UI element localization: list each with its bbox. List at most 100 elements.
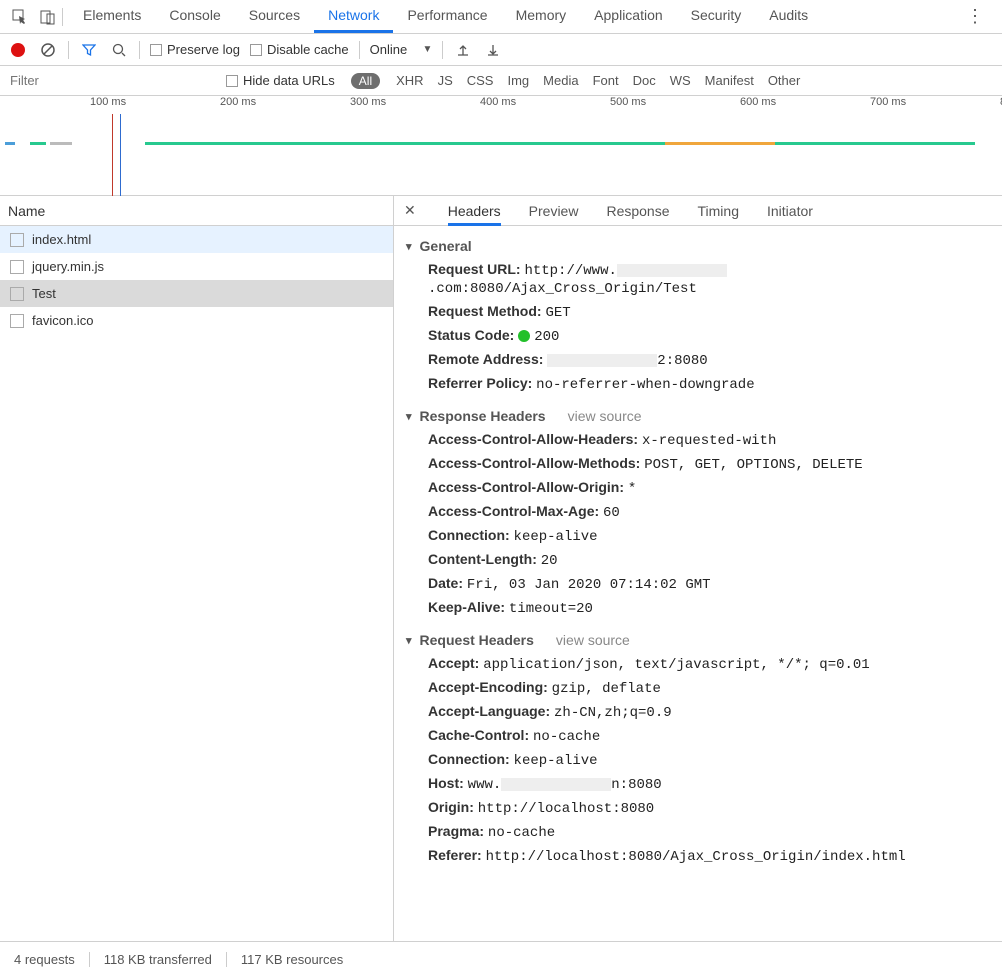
tab-performance[interactable]: Performance [393, 0, 501, 33]
tab-security[interactable]: Security [677, 0, 756, 33]
header-row: Connection: keep-alive [406, 748, 990, 772]
search-icon[interactable] [109, 40, 129, 60]
name-column-header[interactable]: Name [0, 196, 393, 226]
request-row[interactable]: favicon.ico [0, 307, 393, 334]
section-request headers[interactable]: Request Headersview source [406, 628, 990, 652]
tab-audits[interactable]: Audits [755, 0, 822, 33]
header-row: Accept-Language: zh-CN,zh;q=0.9 [406, 700, 990, 724]
timeline-labels: 100 ms200 ms300 ms400 ms500 ms600 ms700 … [0, 96, 1002, 114]
network-toolbar: Preserve log Disable cache Online ▼ [0, 34, 1002, 66]
timeline-label: 600 ms [740, 96, 776, 108]
tab-network[interactable]: Network [314, 0, 393, 33]
header-row: Connection: keep-alive [406, 524, 990, 548]
filter-categories: XHR JS CSS Img Media Font Doc WS Manifest Other [396, 73, 800, 88]
timeline-label: 700 ms [870, 96, 906, 108]
request-row[interactable]: Test [0, 280, 393, 307]
preserve-log-label: Preserve log [167, 42, 240, 57]
footer-transferred: 118 KB transferred [104, 952, 227, 967]
header-row: Keep-Alive: timeout=20 [406, 596, 990, 620]
header-row: Accept: application/json, text/javascrip… [406, 652, 990, 676]
header-row: Status Code: 200 [406, 324, 990, 348]
filter-cat-manifest[interactable]: Manifest [705, 73, 754, 88]
filter-cat-img[interactable]: Img [507, 73, 529, 88]
device-toggle-icon[interactable] [34, 9, 62, 25]
file-icon [10, 314, 24, 328]
filter-cat-xhr[interactable]: XHR [396, 73, 423, 88]
header-row: Referrer Policy: no-referrer-when-downgr… [406, 372, 990, 396]
request-list-panel: Name index.html jquery.min.js Test favicon.… [0, 196, 394, 941]
header-row: Access-Control-Allow-Headers: x-requeste… [406, 428, 990, 452]
filter-input[interactable] [10, 73, 210, 88]
preserve-log-checkbox[interactable]: Preserve log [150, 42, 240, 57]
throttling-select[interactable]: Online ▼ [370, 42, 433, 57]
status-dot-icon [518, 330, 530, 342]
devtools-tabbar: ElementsConsoleSourcesNetworkPerformance… [0, 0, 1002, 34]
detail-tab-timing[interactable]: Timing [698, 203, 740, 226]
request-name: jquery.min.js [32, 259, 104, 274]
clear-icon[interactable] [38, 40, 58, 60]
filter-cat-js[interactable]: JS [438, 73, 453, 88]
detail-tab-initiator[interactable]: Initiator [767, 203, 813, 226]
footer-resources: 117 KB resources [241, 952, 343, 967]
detail-tab-headers[interactable]: Headers [448, 203, 501, 226]
filter-all-pill[interactable]: All [351, 73, 380, 89]
hide-data-urls-checkbox[interactable]: Hide data URLs [226, 73, 335, 88]
filter-cat-media[interactable]: Media [543, 73, 578, 88]
network-main: Name index.html jquery.min.js Test favicon.… [0, 196, 1002, 941]
request-name: favicon.ico [32, 313, 93, 328]
timeline-body [0, 114, 1002, 196]
disable-cache-checkbox[interactable]: Disable cache [250, 42, 349, 57]
header-row: Request Method: GET [406, 300, 990, 324]
timeline[interactable]: 100 ms200 ms300 ms400 ms500 ms600 ms700 … [0, 96, 1002, 196]
file-icon [10, 287, 24, 301]
devtools-tabs: ElementsConsoleSourcesNetworkPerformance… [69, 0, 822, 33]
header-row: Content-Length: 20 [406, 548, 990, 572]
section-general[interactable]: General [406, 234, 990, 258]
request-name: index.html [32, 232, 91, 247]
status-footer: 4 requests 118 KB transferred 117 KB res… [0, 941, 1002, 976]
tab-console[interactable]: Console [155, 0, 234, 33]
separator [68, 41, 69, 59]
view-source-link[interactable]: view source [556, 632, 630, 648]
tab-application[interactable]: Application [580, 0, 677, 33]
record-icon[interactable] [8, 40, 28, 60]
detail-tab-response[interactable]: Response [606, 203, 669, 226]
filter-bar: Hide data URLs All XHR JS CSS Img Media Font D… [0, 66, 1002, 96]
separator [62, 8, 63, 26]
detail-tabs: ✕ Headers Preview Response Timing Initiator [394, 196, 1002, 226]
header-row: Date: Fri, 03 Jan 2020 07:14:02 GMT [406, 572, 990, 596]
section-response headers[interactable]: Response Headersview source [406, 404, 990, 428]
tab-sources[interactable]: Sources [235, 0, 314, 33]
filter-cat-doc[interactable]: Doc [633, 73, 656, 88]
header-row: Access-Control-Allow-Origin: * [406, 476, 990, 500]
header-row: Pragma: no-cache [406, 820, 990, 844]
timeline-label: 500 ms [610, 96, 646, 108]
header-row: Referer: http://localhost:8080/Ajax_Cros… [406, 844, 990, 868]
view-source-link[interactable]: view source [568, 408, 642, 424]
close-detail-icon[interactable]: ✕ [404, 202, 416, 219]
download-har-icon[interactable] [483, 40, 503, 60]
more-menu-icon[interactable]: ⋮ [954, 6, 996, 27]
header-row: Access-Control-Max-Age: 60 [406, 500, 990, 524]
filter-cat-other[interactable]: Other [768, 73, 801, 88]
tab-memory[interactable]: Memory [502, 0, 581, 33]
request-row[interactable]: jquery.min.js [0, 253, 393, 280]
header-row: Request URL: http://www..com:8080/Ajax_C… [406, 258, 990, 300]
header-row: Accept-Encoding: gzip, deflate [406, 676, 990, 700]
tab-elements[interactable]: Elements [69, 0, 155, 33]
filter-cat-ws[interactable]: WS [670, 73, 691, 88]
detail-tab-preview[interactable]: Preview [529, 203, 579, 226]
timeline-label: 300 ms [350, 96, 386, 108]
timeline-label: 200 ms [220, 96, 256, 108]
filter-cat-font[interactable]: Font [593, 73, 619, 88]
upload-har-icon[interactable] [453, 40, 473, 60]
filter-cat-css[interactable]: CSS [467, 73, 494, 88]
request-row[interactable]: index.html [0, 226, 393, 253]
separator [359, 41, 360, 59]
inspect-icon[interactable] [6, 9, 34, 25]
request-name: Test [32, 286, 56, 301]
timeline-label: 100 ms [90, 96, 126, 108]
file-icon [10, 233, 24, 247]
filter-icon[interactable] [79, 40, 99, 60]
footer-requests: 4 requests [14, 952, 90, 967]
